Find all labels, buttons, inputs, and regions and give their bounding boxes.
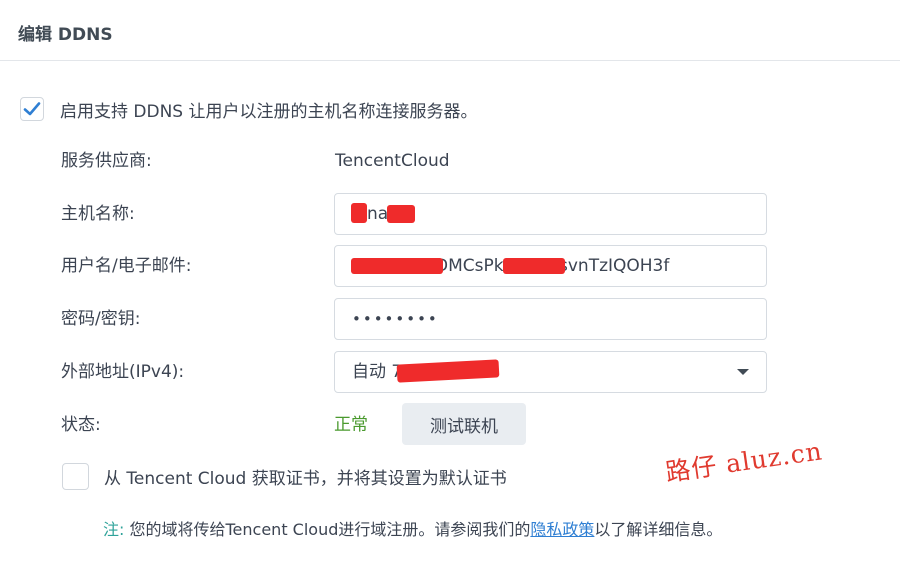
enable-ddns-row[interactable]: 启用支持 DDNS 让用户以注册的主机名称连接服务器。 <box>20 95 478 123</box>
enable-ddns-label: 启用支持 DDNS 让用户以注册的主机名称连接服务器。 <box>60 101 478 122</box>
hostname-label: 主机名称: <box>61 204 135 224</box>
password-value: •••••••• <box>352 310 439 328</box>
redaction-mark <box>351 258 443 274</box>
status-value: 正常 <box>334 415 368 435</box>
edit-ddns-dialog: 编辑 DDNS 启用支持 DDNS 让用户以注册的主机名称连接服务器。 服务供应… <box>0 0 900 561</box>
redaction-mark <box>387 205 415 223</box>
provider-value: TencentCloud <box>335 151 450 171</box>
dialog-title: 编辑 DDNS <box>18 25 113 45</box>
certificate-checkbox[interactable] <box>62 462 89 490</box>
certificate-row[interactable]: 从 Tencent Cloud 获取证书，并将其设置为默认证书 <box>62 462 507 490</box>
password-input[interactable]: •••••••• <box>334 298 767 340</box>
password-label: 密码/密钥: <box>61 309 141 329</box>
dialog-header: 编辑 DDNS <box>0 0 900 61</box>
certificate-label: 从 Tencent Cloud 获取证书，并将其设置为默认证书 <box>104 468 507 489</box>
hostname-value: na <box>367 204 389 224</box>
watermark-text: 路仔 aluz.cn <box>663 436 825 488</box>
enable-ddns-checkbox[interactable] <box>20 97 44 121</box>
checkmark-icon <box>23 102 41 116</box>
privacy-note: 注: 您的域将传给Tencent Cloud进行域注册。请参阅我们的隐私政策以了… <box>103 516 722 540</box>
username-input[interactable]: DMCsPk mbCdsvnTzIQOH3f <box>334 245 767 287</box>
provider-label: 服务供应商: <box>61 151 152 171</box>
hostname-input[interactable]: na <box>334 193 767 235</box>
note-prefix: 注: <box>103 520 125 539</box>
redaction-mark <box>351 203 367 223</box>
external-address-select[interactable]: 自动 7.215) <box>334 351 767 393</box>
privacy-policy-link[interactable]: 隐私政策 <box>530 520 594 539</box>
status-label: 状态: <box>61 415 101 435</box>
note-text-before: 您的域将传给Tencent Cloud进行域注册。请参阅我们的 <box>129 520 531 539</box>
username-label: 用户名/电子邮件: <box>61 256 192 276</box>
chevron-down-icon <box>737 369 749 375</box>
test-connection-button[interactable]: 测试联机 <box>402 403 526 445</box>
redaction-mark <box>396 359 500 383</box>
redaction-mark <box>503 258 565 274</box>
note-text-after: 以了解详细信息。 <box>594 520 723 539</box>
external-address-label: 外部地址(IPv4): <box>61 362 185 382</box>
